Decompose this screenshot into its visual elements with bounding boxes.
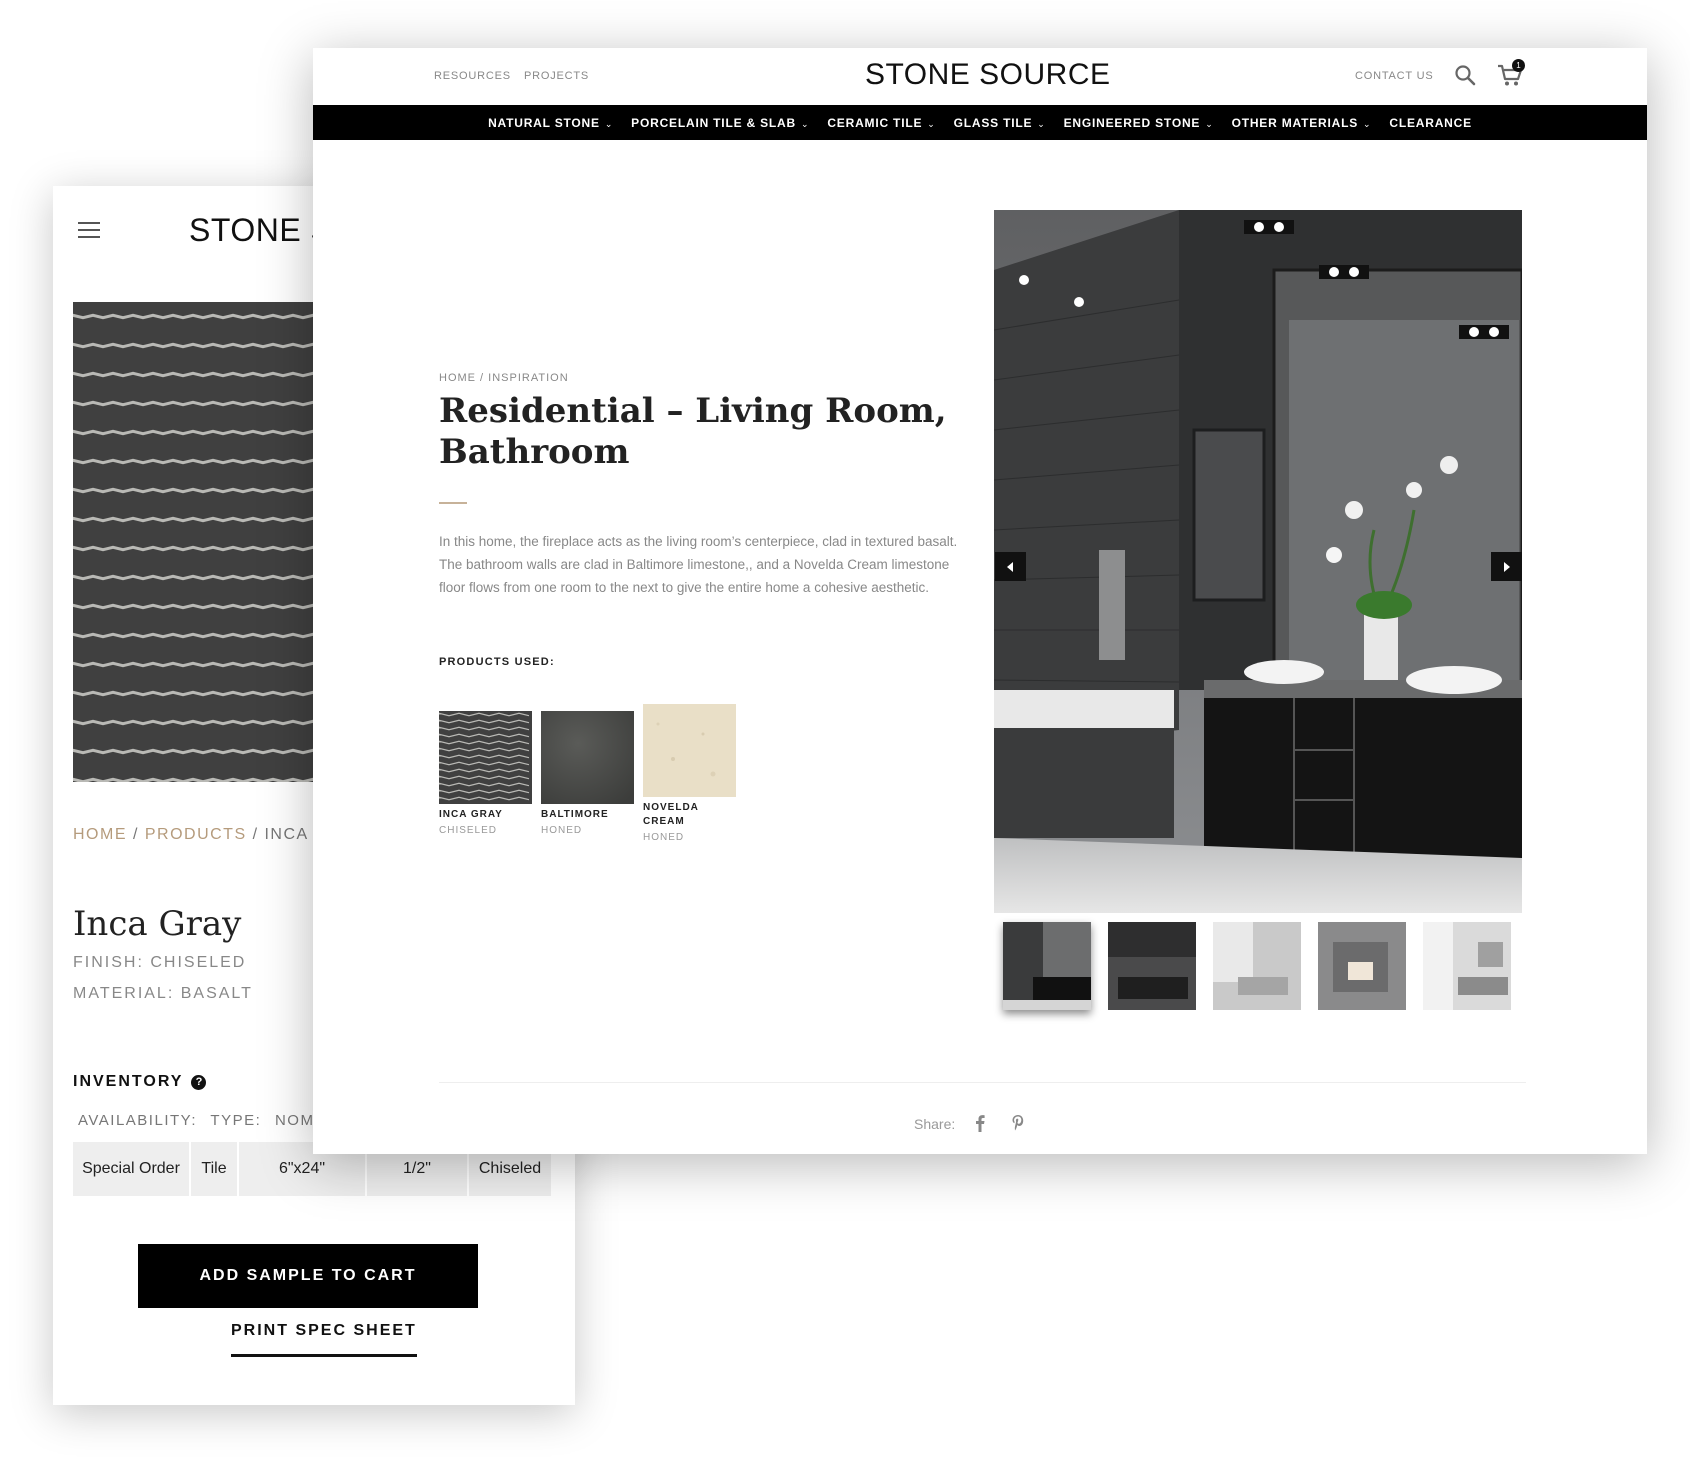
help-icon[interactable]: ? [191, 1075, 207, 1090]
hamburger-menu-icon[interactable] [78, 222, 100, 240]
gallery-next-arrow[interactable] [1491, 552, 1522, 581]
nav-ceramic[interactable]: CERAMIC TILE ⌄ [827, 116, 935, 130]
site-logo[interactable]: STONE S [189, 212, 332, 249]
swatch-image [439, 711, 532, 804]
contact-link[interactable]: CONTACT US [1355, 70, 1434, 82]
breadcrumb: HOME / PRODUCTS / INCA G [73, 826, 328, 843]
resources-link[interactable]: RESOURCES [434, 70, 511, 82]
nav-natural-stone[interactable]: NATURAL STONE ⌄ [488, 116, 613, 130]
add-sample-button[interactable]: ADD SAMPLE TO CART [138, 1244, 478, 1308]
project-description: In this home, the fireplace acts as the … [439, 534, 958, 595]
chevron-down-icon: ⌄ [604, 118, 614, 129]
chevron-down-icon: ⌄ [1205, 118, 1214, 129]
nav-other[interactable]: OTHER MATERIALS ⌄ [1232, 116, 1372, 130]
chevron-down-icon: ⌄ [1037, 118, 1046, 129]
gallery-thumbnail[interactable] [1213, 922, 1301, 1010]
product-swatch-inca-gray[interactable]: INCA GRAY CHISELED [439, 711, 532, 837]
cart-count-badge: 1 [1512, 59, 1525, 72]
nav-glass[interactable]: GLASS TILE ⌄ [954, 116, 1046, 130]
breadcrumb-products[interactable]: PRODUCTS [145, 826, 247, 843]
nav-porcelain[interactable]: PORCELAIN TILE & SLAB ⌄ [631, 116, 809, 130]
pinterest-icon[interactable] [1010, 1113, 1026, 1133]
breadcrumb-home[interactable]: HOME [73, 826, 127, 843]
desktop-inspiration-page: RESOURCES PROJECTS STONE SOURCE CONTACT … [313, 48, 1647, 1154]
print-spec-link[interactable]: PRINT SPEC SHEET [231, 1322, 417, 1357]
product-swatch-baltimore[interactable]: BALTIMORE HONED [541, 711, 634, 837]
gallery-thumbnail[interactable] [1423, 922, 1511, 1010]
gallery-thumbnail[interactable] [1318, 922, 1406, 1010]
gallery-prev-arrow[interactable] [995, 552, 1026, 581]
swatch-image [643, 704, 736, 797]
column-header: AVAILABILITY: [78, 1112, 197, 1129]
swatch-image [541, 711, 634, 804]
project-hero-image [994, 210, 1522, 913]
product-material: MATERIAL: BASALT [73, 985, 253, 1002]
page-title: Residential – Living Room, Bathroom [439, 391, 947, 472]
gallery-thumbnail[interactable] [1108, 922, 1196, 1010]
top-bar: RESOURCES PROJECTS STONE SOURCE CONTACT … [313, 48, 1647, 105]
main-nav: NATURAL STONE ⌄ PORCELAIN TILE & SLAB ⌄ CE… [313, 105, 1647, 140]
facebook-icon[interactable] [972, 1113, 988, 1133]
title-divider [439, 502, 467, 504]
inventory-columns: AVAILABILITY: TYPE: NOMINA [78, 1112, 352, 1129]
breadcrumb[interactable]: HOME / INSPIRATION [439, 372, 569, 384]
column-header: TYPE: [210, 1112, 262, 1129]
footer-divider [439, 1082, 1526, 1083]
table-cell: Tile [191, 1142, 237, 1196]
nav-clearance[interactable]: CLEARANCE [1389, 116, 1472, 130]
product-finish: FINISH: CHISELED [73, 954, 247, 971]
chevron-down-icon: ⌄ [800, 118, 810, 129]
products-used-heading: PRODUCTS USED: [439, 656, 555, 668]
inventory-heading: INVENTORY? [73, 1073, 207, 1091]
projects-link[interactable]: PROJECTS [524, 70, 589, 82]
product-title: Inca Gray [73, 904, 242, 944]
gallery-thumbnail[interactable] [1003, 922, 1091, 1010]
nav-engineered[interactable]: ENGINEERED STONE ⌄ [1064, 116, 1214, 130]
table-cell: Special Order [73, 1142, 189, 1196]
chevron-down-icon: ⌄ [927, 118, 936, 129]
share-label: Share: [914, 1116, 956, 1132]
search-icon[interactable] [1454, 64, 1476, 86]
chevron-down-icon: ⌄ [1363, 118, 1372, 129]
product-swatch-novelda-cream[interactable]: NOVELDA CREAM HONED [643, 704, 736, 844]
site-logo[interactable]: STONE SOURCE [865, 58, 1111, 92]
